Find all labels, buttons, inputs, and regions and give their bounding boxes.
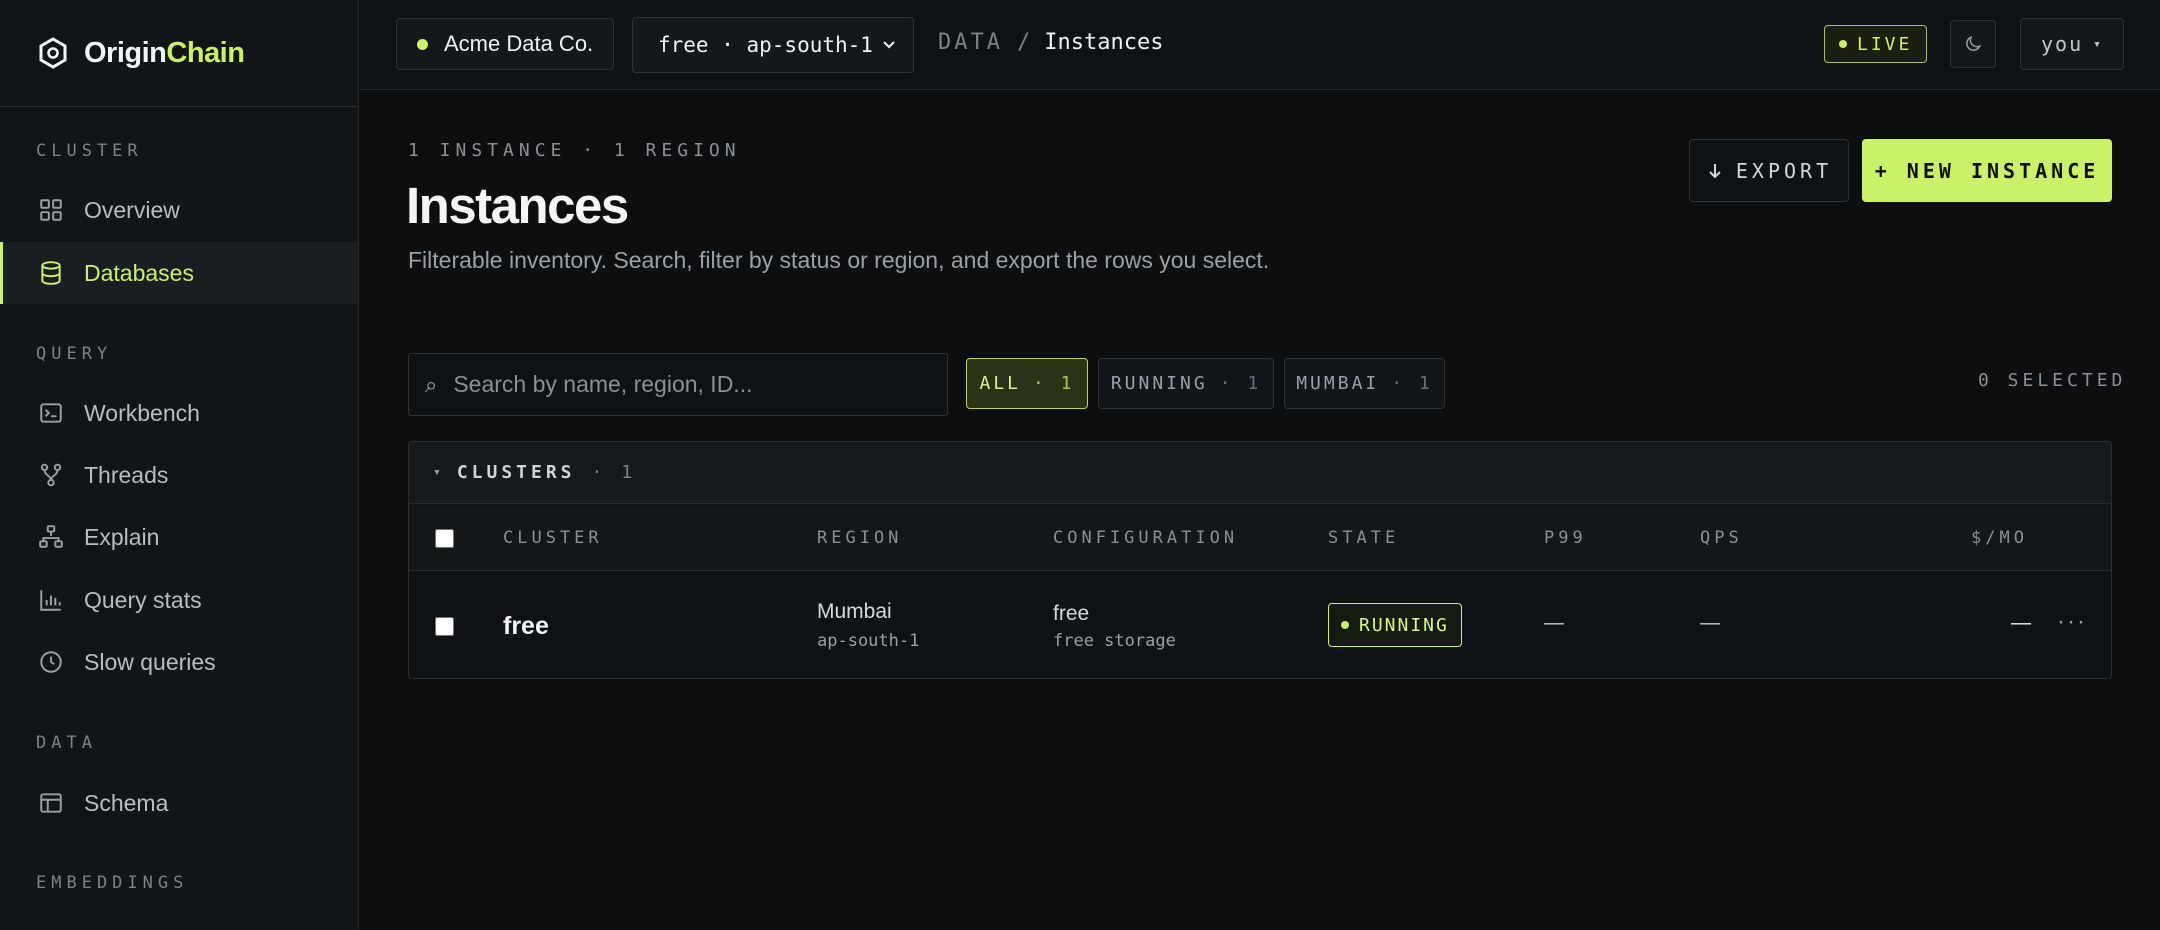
nav-section-query: QUERY (36, 344, 113, 364)
live-badge: LIVE (1824, 25, 1928, 63)
sidebar-item-overview[interactable]: Overview (0, 179, 358, 241)
column-header-cluster[interactable]: CLUSTER (503, 528, 603, 548)
moon-icon (1966, 35, 1982, 51)
collapse-triangle-icon[interactable]: ▾ (433, 465, 441, 480)
sidebar-item-threads[interactable]: Threads (0, 444, 358, 506)
breadcrumb: DATA / Instances (938, 30, 1163, 55)
clock-icon (40, 651, 62, 673)
sidebar-item-schema[interactable]: Schema (0, 772, 358, 834)
chip-label: RUNNING (1110, 373, 1208, 394)
page-eyebrow: 1 INSTANCE · 1 REGION (408, 140, 741, 161)
row-actions-menu[interactable]: ··· (2057, 608, 2087, 636)
region-name: Mumbai (817, 600, 892, 623)
hexagon-logo-icon (39, 37, 67, 69)
breadcrumb-current: Instances (1044, 30, 1164, 55)
live-dot (1839, 40, 1847, 48)
selected-count: 0 SELECTED (1978, 370, 2127, 391)
config-name: free (1053, 602, 1090, 625)
nav-section-embeddings: EMBEDDINGS (36, 873, 189, 893)
sidebar-item-workbench[interactable]: Workbench (0, 382, 358, 444)
sidebar-item-databases[interactable]: Databases (0, 242, 358, 304)
sidebar-item-label: Slow queries (84, 648, 216, 675)
breadcrumb-separator: / (1016, 30, 1031, 55)
grid-icon (40, 199, 62, 221)
filter-chip-mumbai[interactable]: MUMBAI · 1 (1284, 358, 1445, 409)
filter-chip-running[interactable]: RUNNING · 1 (1098, 358, 1274, 409)
live-label: LIVE (1857, 33, 1913, 55)
status-label: RUNNING (1359, 614, 1449, 636)
filter-chip-all[interactable]: ALL · 1 (966, 358, 1088, 409)
chip-label: MUMBAI (1296, 373, 1380, 394)
chip-count: · 1 (1391, 373, 1433, 394)
column-header-region[interactable]: REGION (817, 528, 902, 548)
env-value: free · ap-south-1 (658, 33, 873, 57)
group-header-clusters[interactable]: ▾ CLUSTERS · 1 (409, 442, 2111, 504)
region-code: ap-south-1 (817, 631, 920, 651)
sidebar-item-label: Query stats (84, 586, 202, 613)
status-dot (1341, 621, 1349, 629)
chip-label: ALL (979, 373, 1021, 394)
user-label: you (2041, 32, 2084, 56)
caret-down-icon: ▾ (2093, 36, 2103, 52)
sidebar-item-label: Explain (84, 523, 160, 550)
arrow-down-icon (1709, 163, 1721, 178)
branch-icon (40, 463, 62, 487)
breadcrumb-section[interactable]: DATA (938, 30, 1003, 55)
cluster-name[interactable]: free (503, 612, 549, 641)
database-icon (41, 261, 61, 285)
sidebar-item-label: Overview (84, 196, 180, 223)
chevron-down-icon (883, 41, 895, 49)
search-icon: ⌕ (425, 371, 438, 397)
export-button[interactable]: EXPORT (1689, 139, 1849, 202)
column-header-cost[interactable]: $/MO (1971, 528, 2028, 548)
p99-value: — (1544, 612, 1564, 634)
column-header-qps[interactable]: QPS (1700, 528, 1743, 548)
sidebar-item-label: Threads (84, 461, 169, 488)
table-row[interactable]: free Mumbai ap-south-1 free free storage… (409, 572, 2111, 678)
search-box[interactable]: ⌕ (408, 353, 948, 416)
search-input[interactable] (453, 371, 924, 398)
env-select[interactable]: free · ap-south-1 (632, 17, 914, 73)
instances-table: ▾ CLUSTERS · 1 CLUSTER REGION CONFIGURAT… (408, 441, 2112, 679)
org-switcher[interactable]: Acme Data Co. (396, 18, 615, 70)
page-title: Instances (406, 177, 629, 234)
hierarchy-icon (39, 525, 63, 548)
org-status-dot (417, 38, 428, 50)
sidebar-item-query-stats[interactable]: Query stats (0, 569, 358, 631)
brand-name: OriginChain (84, 36, 245, 69)
nav-section-data: DATA (36, 733, 97, 753)
chip-count: · 1 (1219, 373, 1262, 394)
status-badge: RUNNING (1328, 603, 1462, 647)
table-header: CLUSTER REGION CONFIGURATION STATE P99 Q… (409, 505, 2111, 571)
topbar: Acme Data Co. free · ap-south-1 DATA / I… (360, 0, 2160, 90)
org-name: Acme Data Co. (444, 31, 594, 56)
bar-chart-icon (40, 590, 61, 611)
sidebar-item-label: Databases (84, 259, 194, 286)
page-subtitle: Filterable inventory. Search, filter by … (408, 247, 1270, 273)
column-header-state[interactable]: STATE (1328, 528, 1399, 548)
config-detail: free storage (1053, 631, 1176, 651)
sidebar-item-label: Schema (84, 789, 169, 816)
cost-value: — (2011, 612, 2031, 634)
group-count: · 1 (591, 462, 637, 483)
sidebar: OriginChain CLUSTER Overview Databases Q… (0, 0, 359, 930)
group-name: CLUSTERS (456, 462, 576, 483)
theme-toggle-button[interactable] (1950, 20, 1996, 68)
export-label: EXPORT (1735, 158, 1833, 183)
row-checkbox[interactable] (435, 617, 454, 636)
nav-section-cluster: CLUSTER (36, 141, 143, 161)
qps-value: — (1700, 612, 1720, 634)
column-header-configuration[interactable]: CONFIGURATION (1053, 528, 1238, 548)
brand[interactable]: OriginChain (0, 0, 358, 107)
sidebar-item-slow-queries[interactable]: Slow queries (0, 631, 358, 693)
chip-count: · 1 (1033, 373, 1075, 394)
column-header-p99[interactable]: P99 (1544, 528, 1587, 548)
select-all-checkbox[interactable] (435, 529, 454, 548)
new-instance-button[interactable]: + NEW INSTANCE (1862, 139, 2112, 202)
user-menu-button[interactable]: you ▾ (2020, 18, 2124, 70)
sidebar-item-explain[interactable]: Explain (0, 506, 358, 568)
terminal-icon (40, 403, 62, 423)
sidebar-item-label: Workbench (84, 399, 200, 426)
table-icon (40, 793, 62, 813)
